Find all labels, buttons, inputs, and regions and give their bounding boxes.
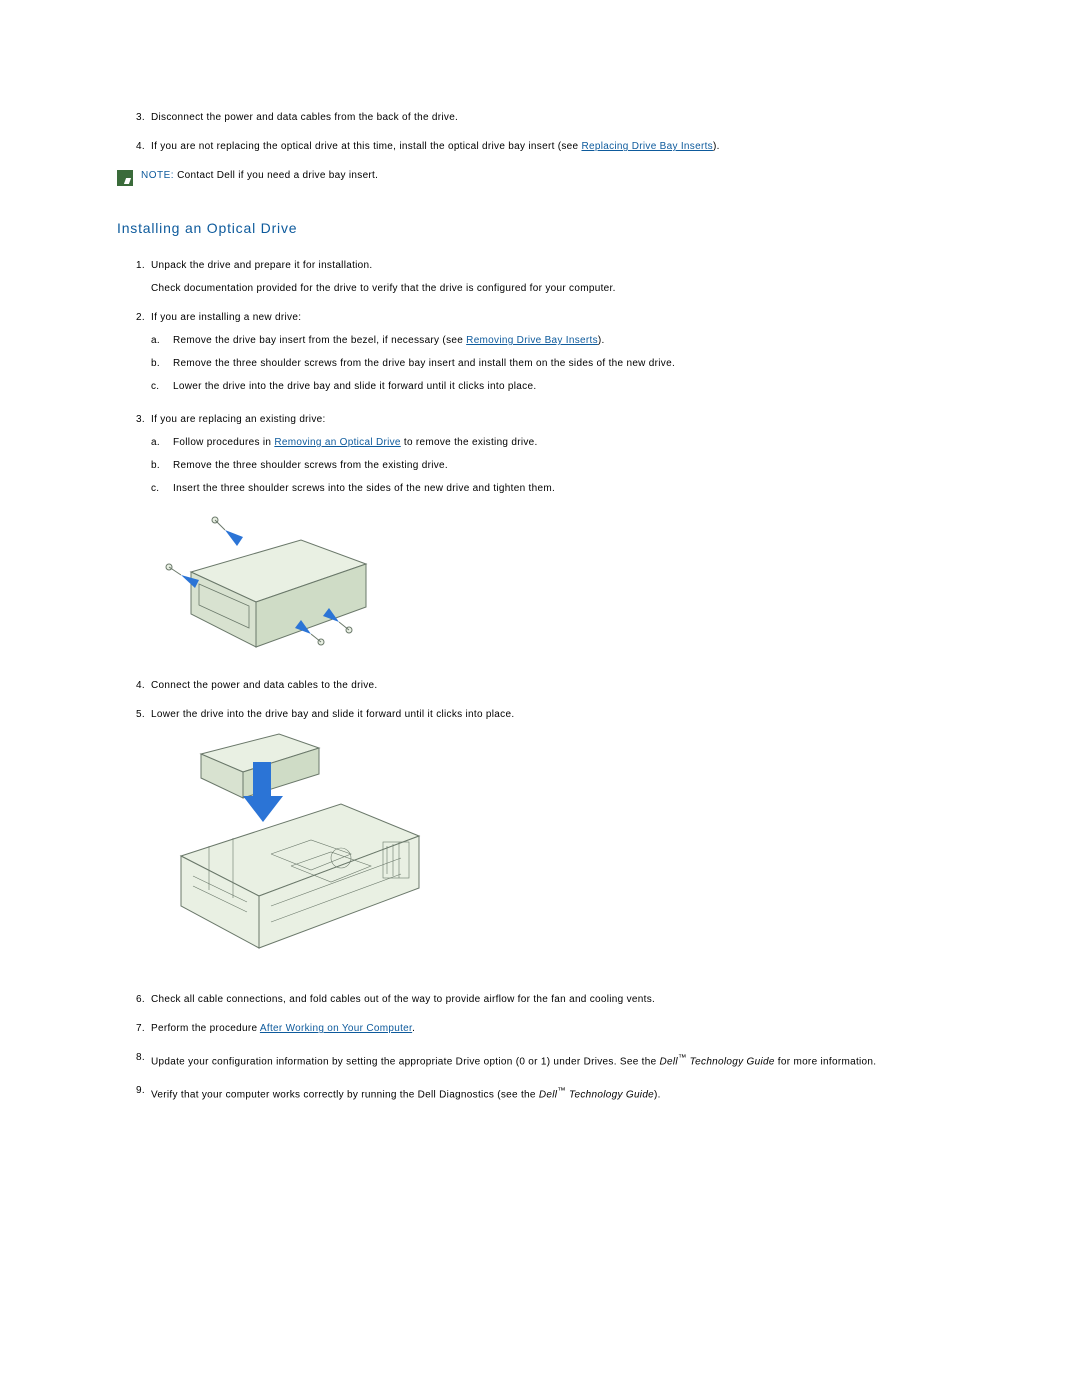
- step-9: 9. Verify that your computer works corre…: [117, 1085, 963, 1100]
- step-text: If you are replacing an existing drive:: [151, 414, 963, 425]
- text: Update your configuration information by…: [151, 1056, 660, 1067]
- substep-letter: b.: [151, 358, 173, 369]
- substep-text: Insert the three shoulder screws into th…: [173, 483, 963, 494]
- substep-b: b. Remove the three shoulder screws from…: [151, 460, 963, 471]
- italic-text: Dell: [539, 1090, 557, 1101]
- step-5: 5. Lower the drive into the drive bay an…: [117, 709, 963, 720]
- substep-a: a. Remove the drive bay insert from the …: [151, 335, 963, 346]
- text: ).: [598, 335, 605, 346]
- step-text: Unpack the drive and prepare it for inst…: [151, 260, 963, 271]
- step-text: Verify that your computer works correctl…: [151, 1085, 963, 1100]
- prestep-4: 4. If you are not replacing the optical …: [117, 141, 963, 152]
- note-text: NOTE: Contact Dell if you need a drive b…: [141, 170, 378, 181]
- substep-text: Remove the three shoulder screws from th…: [173, 460, 963, 471]
- text: Remove the drive bay insert from the bez…: [173, 335, 466, 346]
- step-number: 1.: [117, 260, 151, 294]
- link-removing-drive-bay-inserts[interactable]: Removing Drive Bay Inserts: [466, 335, 598, 346]
- note-body: Contact Dell if you need a drive bay ins…: [174, 170, 378, 181]
- step-1: 1. Unpack the drive and prepare it for i…: [117, 260, 963, 294]
- italic-text: Technology Guide: [687, 1056, 775, 1067]
- step-text: Lower the drive into the drive bay and s…: [151, 709, 963, 720]
- text: ).: [713, 141, 720, 152]
- step-text: Check all cable connections, and fold ca…: [151, 994, 963, 1005]
- link-after-working-on-your-computer[interactable]: After Working on Your Computer: [260, 1023, 412, 1034]
- figure-optical-drive-screws: [151, 502, 963, 662]
- link-removing-an-optical-drive[interactable]: Removing an Optical Drive: [274, 437, 400, 448]
- note: NOTE: Contact Dell if you need a drive b…: [117, 170, 963, 186]
- substep-text: Follow procedures in Removing an Optical…: [173, 437, 963, 448]
- trademark: ™: [557, 1085, 566, 1095]
- text: Perform the procedure: [151, 1023, 260, 1034]
- substep-letter: b.: [151, 460, 173, 471]
- step-7: 7. Perform the procedure After Working o…: [117, 1023, 963, 1034]
- text: Follow procedures in: [173, 437, 274, 448]
- step-text: Disconnect the power and data cables fro…: [151, 112, 963, 123]
- step-subtext: Check documentation provided for the dri…: [151, 283, 963, 294]
- substep-letter: a.: [151, 335, 173, 346]
- step-text: Perform the procedure After Working on Y…: [151, 1023, 963, 1034]
- trademark: ™: [678, 1052, 687, 1062]
- substep-b: b. Remove the three shoulder screws from…: [151, 358, 963, 369]
- step-text: If you are not replacing the optical dri…: [151, 141, 963, 152]
- substep-letter: c.: [151, 483, 173, 494]
- italic-text: Technology Guide: [566, 1090, 654, 1101]
- step-text: Connect the power and data cables to the…: [151, 680, 963, 691]
- step-6: 6. Check all cable connections, and fold…: [117, 994, 963, 1005]
- link-replacing-drive-bay-inserts[interactable]: Replacing Drive Bay Inserts: [581, 141, 712, 152]
- substep-c: c. Insert the three shoulder screws into…: [151, 483, 963, 494]
- text: ).: [654, 1090, 661, 1101]
- text: Verify that your computer works correctl…: [151, 1090, 539, 1101]
- step-number: 2.: [117, 312, 151, 396]
- note-label: NOTE:: [141, 170, 174, 181]
- step-number: 7.: [117, 1023, 151, 1034]
- note-icon: [117, 170, 133, 186]
- substep-c: c. Lower the drive into the drive bay an…: [151, 381, 963, 392]
- step-8: 8. Update your configuration information…: [117, 1052, 963, 1067]
- step-number: 5.: [117, 709, 151, 720]
- step-2: 2. If you are installing a new drive: a.…: [117, 312, 963, 396]
- step-4: 4. Connect the power and data cables to …: [117, 680, 963, 691]
- italic-text: Dell: [660, 1056, 678, 1067]
- step-number: 9.: [117, 1085, 151, 1100]
- substep-letter: c.: [151, 381, 173, 392]
- step-number: 4.: [117, 141, 151, 152]
- substep-text: Lower the drive into the drive bay and s…: [173, 381, 963, 392]
- step-number: 3.: [117, 112, 151, 123]
- step-body: Unpack the drive and prepare it for inst…: [151, 260, 963, 294]
- step-body: If you are replacing an existing drive: …: [151, 414, 963, 498]
- text: for more information.: [775, 1056, 877, 1067]
- substep-letter: a.: [151, 437, 173, 448]
- step-text: If you are installing a new drive:: [151, 312, 963, 323]
- step-3: 3. If you are replacing an existing driv…: [117, 414, 963, 498]
- text: to remove the existing drive.: [401, 437, 538, 448]
- step-number: 8.: [117, 1052, 151, 1067]
- section-heading: Installing an Optical Drive: [117, 220, 963, 236]
- step-body: If you are installing a new drive: a. Re…: [151, 312, 963, 396]
- step-number: 6.: [117, 994, 151, 1005]
- substep-text: Remove the drive bay insert from the bez…: [173, 335, 963, 346]
- step-number: 4.: [117, 680, 151, 691]
- document-content: 3. Disconnect the power and data cables …: [0, 0, 1080, 1219]
- text: .: [412, 1023, 415, 1034]
- figure-chassis-install: [151, 726, 963, 976]
- step-text: Update your configuration information by…: [151, 1052, 963, 1067]
- substep-a: a. Follow procedures in Removing an Opti…: [151, 437, 963, 448]
- prestep-3: 3. Disconnect the power and data cables …: [117, 112, 963, 123]
- text: If you are not replacing the optical dri…: [151, 141, 581, 152]
- step-number: 3.: [117, 414, 151, 498]
- substep-text: Remove the three shoulder screws from th…: [173, 358, 963, 369]
